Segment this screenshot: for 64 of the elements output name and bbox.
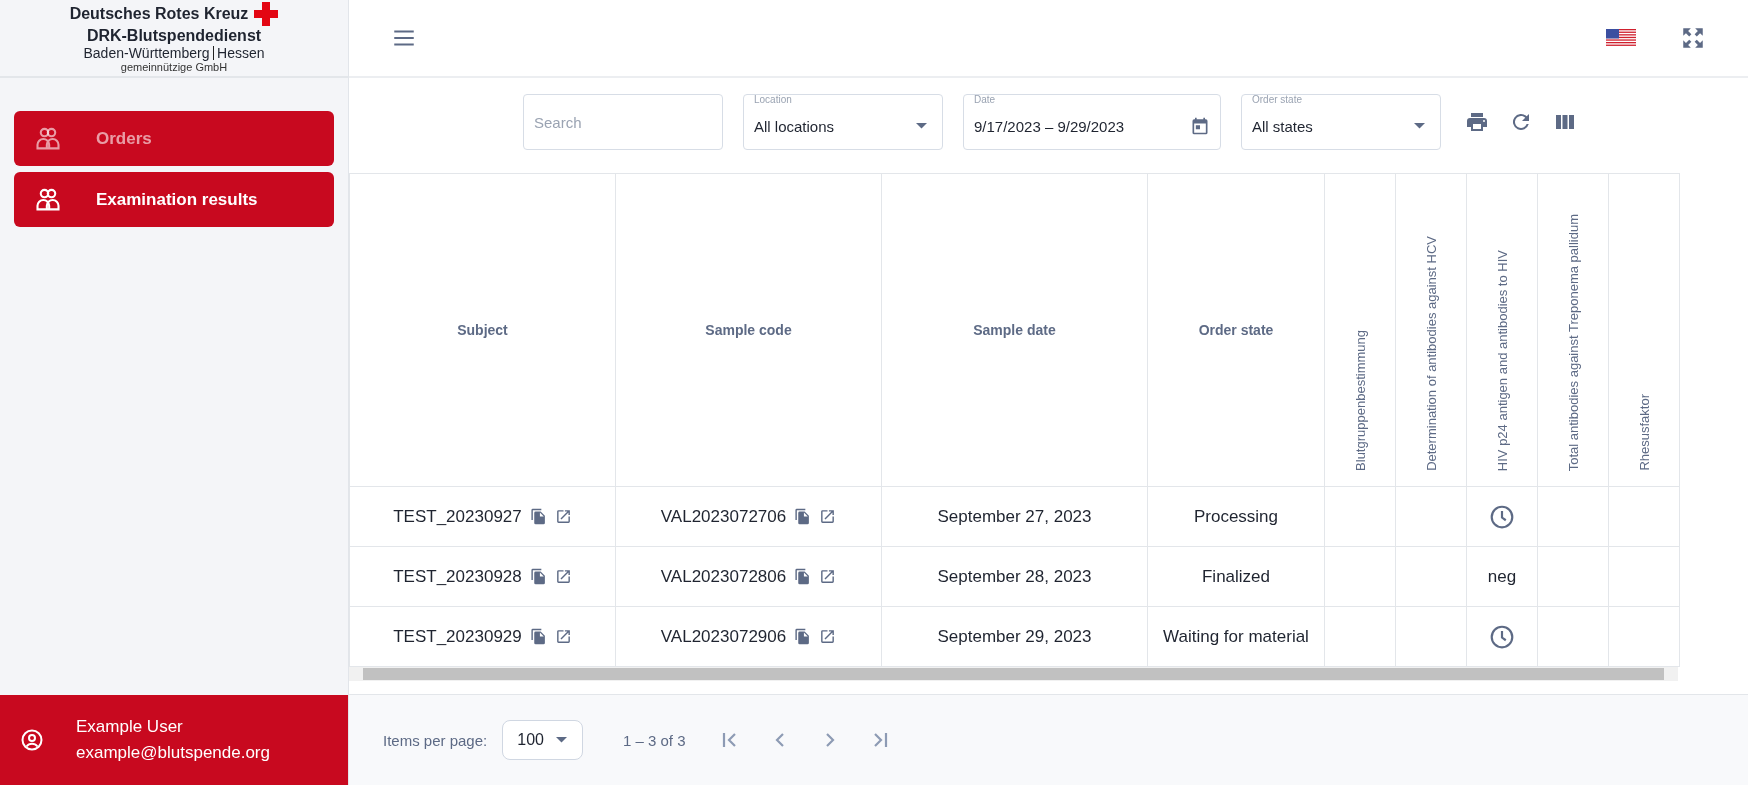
- date-cell: September 28, 2023: [937, 566, 1092, 586]
- open-in-new-icon[interactable]: [554, 628, 572, 645]
- column-header: Rhesusfaktor: [1636, 394, 1652, 471]
- open-in-new-icon[interactable]: [819, 568, 837, 585]
- calendar-icon: [1190, 116, 1210, 136]
- logo-region: Hessen: [217, 45, 265, 61]
- nav-item[interactable]: Examination results: [14, 172, 334, 227]
- logo-title: Deutsches Rotes Kreuz: [69, 5, 249, 23]
- user-icon: [20, 728, 44, 752]
- sample-code-cell: VAL2023072806: [660, 566, 787, 587]
- horizontal-scrollbar[interactable]: [349, 667, 1678, 681]
- copy-icon[interactable]: [794, 508, 812, 525]
- location-select[interactable]: Location All locations: [743, 94, 943, 150]
- column-header: HIV p24 antigen and antibodies to HIV: [1494, 249, 1510, 471]
- caret-icon: [916, 123, 927, 129]
- open-in-new-icon[interactable]: [554, 568, 572, 585]
- cross-icon: [254, 2, 279, 26]
- print-icon[interactable]: [1465, 110, 1489, 134]
- field-label: Order state: [1252, 94, 1303, 105]
- order-state-cell: Finalized: [1201, 566, 1270, 586]
- page-size-select[interactable]: 100: [502, 720, 583, 760]
- order-state-cell: Processing: [1193, 506, 1279, 526]
- user-email: example@blutspende.org: [76, 743, 270, 763]
- flag-icon[interactable]: [1606, 29, 1636, 47]
- clock-icon: [1489, 623, 1515, 650]
- column-header: Order state: [1198, 322, 1274, 338]
- order-state-select[interactable]: Order state All states: [1241, 94, 1441, 150]
- open-in-new-icon[interactable]: [819, 508, 837, 525]
- column-header: Blutgruppenbestimmung: [1352, 330, 1368, 471]
- items-per-page-label: Items per page:: [383, 731, 488, 749]
- open-in-new-icon[interactable]: [554, 508, 572, 525]
- caret-icon: [1414, 123, 1425, 129]
- date-range-field[interactable]: Date 9/17/2023 – 9/29/2023: [963, 94, 1221, 150]
- search-field[interactable]: Search: [523, 94, 723, 150]
- subject-cell: TEST_20230929: [393, 626, 522, 647]
- column-header: Subject: [457, 322, 508, 338]
- column-header: Sample date: [973, 322, 1056, 338]
- logo-region: Baden-Württemberg: [83, 45, 210, 61]
- copy-icon[interactable]: [794, 568, 812, 585]
- caret-icon: [555, 737, 567, 743]
- field-label: Date: [974, 94, 996, 105]
- subject-cell: TEST_20230928: [393, 566, 522, 587]
- result-value: neg: [1487, 566, 1517, 586]
- fullscreen-icon[interactable]: [1680, 25, 1706, 51]
- page-range: 1 – 3 of 3: [622, 731, 686, 749]
- copy-icon[interactable]: [529, 508, 547, 525]
- order-state-cell: Waiting for material: [1163, 626, 1309, 646]
- column-header: Total antibodies against Treponema pallidum: [1565, 213, 1581, 471]
- clock-icon: [1489, 503, 1515, 530]
- date-cell: September 27, 2023: [937, 506, 1092, 526]
- user-name: Example User: [76, 717, 184, 737]
- logo-legal-form: gemeinnützige GmbH: [120, 61, 228, 73]
- column-header: Sample code: [705, 322, 792, 338]
- column-header: Determination of antibodies against HCV: [1423, 236, 1439, 471]
- sample-code-cell: VAL2023072706: [660, 506, 787, 527]
- copy-icon[interactable]: [529, 568, 547, 585]
- date-cell: September 29, 2023: [937, 626, 1092, 646]
- open-in-new-icon[interactable]: [819, 628, 837, 645]
- subject-cell: TEST_20230927: [393, 506, 522, 527]
- copy-icon[interactable]: [529, 628, 547, 645]
- logo-subtitle: DRK-Blutspendedienst: [86, 27, 262, 45]
- sample-code-cell: VAL2023072906: [660, 626, 787, 647]
- field-label: Location: [754, 94, 792, 105]
- copy-icon[interactable]: [794, 628, 812, 645]
